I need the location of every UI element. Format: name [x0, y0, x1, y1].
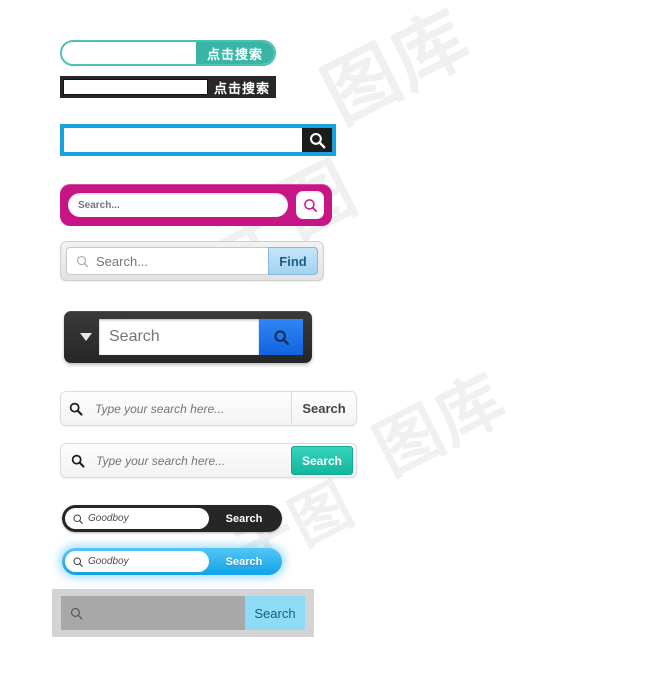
search-button[interactable] [302, 128, 332, 152]
search-button[interactable] [259, 319, 303, 355]
find-button[interactable]: Find [268, 247, 318, 275]
search-bar-gallery: 图库 千图 图库 千图 点击搜索 点击搜索 [0, 0, 650, 693]
search-input[interactable] [62, 42, 196, 64]
search-button[interactable]: 点击搜索 [196, 42, 274, 64]
search-icon [273, 329, 289, 345]
search-field[interactable] [65, 508, 209, 529]
search-icon [70, 607, 83, 619]
chevron-down-icon [80, 333, 92, 341]
search-bar-find[interactable]: Find [60, 241, 324, 281]
watermark-text: 图库 [309, 0, 485, 141]
search-bar-teal-pill[interactable]: 点击搜索 [60, 40, 276, 66]
search-input[interactable] [84, 513, 209, 524]
search-bar-blue-pill[interactable]: Search [62, 548, 282, 575]
search-bar-black-rect[interactable]: 点击搜索 [60, 76, 276, 98]
search-icon [71, 454, 85, 468]
search-bar-black-pill[interactable]: Search [62, 505, 282, 532]
search-bar-white-plain[interactable]: Search [60, 391, 357, 426]
search-input[interactable] [91, 401, 291, 416]
search-bar-grey-block[interactable]: Search [52, 589, 314, 637]
search-icon [73, 556, 83, 567]
search-bar-dark-dropdown[interactable] [64, 311, 312, 363]
search-button[interactable] [296, 191, 324, 219]
search-icon [73, 513, 83, 524]
search-input[interactable] [99, 319, 259, 355]
search-input[interactable] [63, 79, 208, 95]
search-bar-blue-border[interactable] [60, 124, 336, 156]
category-dropdown[interactable] [73, 319, 99, 355]
search-icon-wrap [61, 401, 91, 417]
watermark-text: 图库 [362, 359, 519, 491]
search-button[interactable]: Search [209, 556, 279, 568]
search-input[interactable] [68, 193, 288, 217]
search-icon [69, 402, 83, 416]
search-input[interactable] [84, 556, 209, 567]
search-button[interactable]: Search [291, 446, 353, 475]
search-bar-white-teal[interactable]: Search [60, 443, 357, 478]
search-input[interactable] [92, 453, 291, 468]
search-field[interactable] [65, 551, 209, 572]
search-input[interactable] [84, 606, 245, 620]
search-field[interactable] [61, 596, 245, 630]
search-icon [309, 132, 325, 148]
search-button[interactable]: Search [209, 513, 279, 525]
search-button[interactable]: Search [291, 392, 356, 425]
search-bar-magenta[interactable] [60, 184, 332, 226]
search-button[interactable]: Search [245, 596, 305, 630]
search-icon [303, 198, 317, 212]
search-field[interactable] [66, 247, 268, 275]
search-icon [76, 255, 89, 267]
search-input[interactable] [64, 128, 302, 152]
search-button[interactable]: 点击搜索 [208, 78, 276, 97]
search-input[interactable] [90, 253, 268, 269]
search-icon-wrap [64, 453, 92, 469]
